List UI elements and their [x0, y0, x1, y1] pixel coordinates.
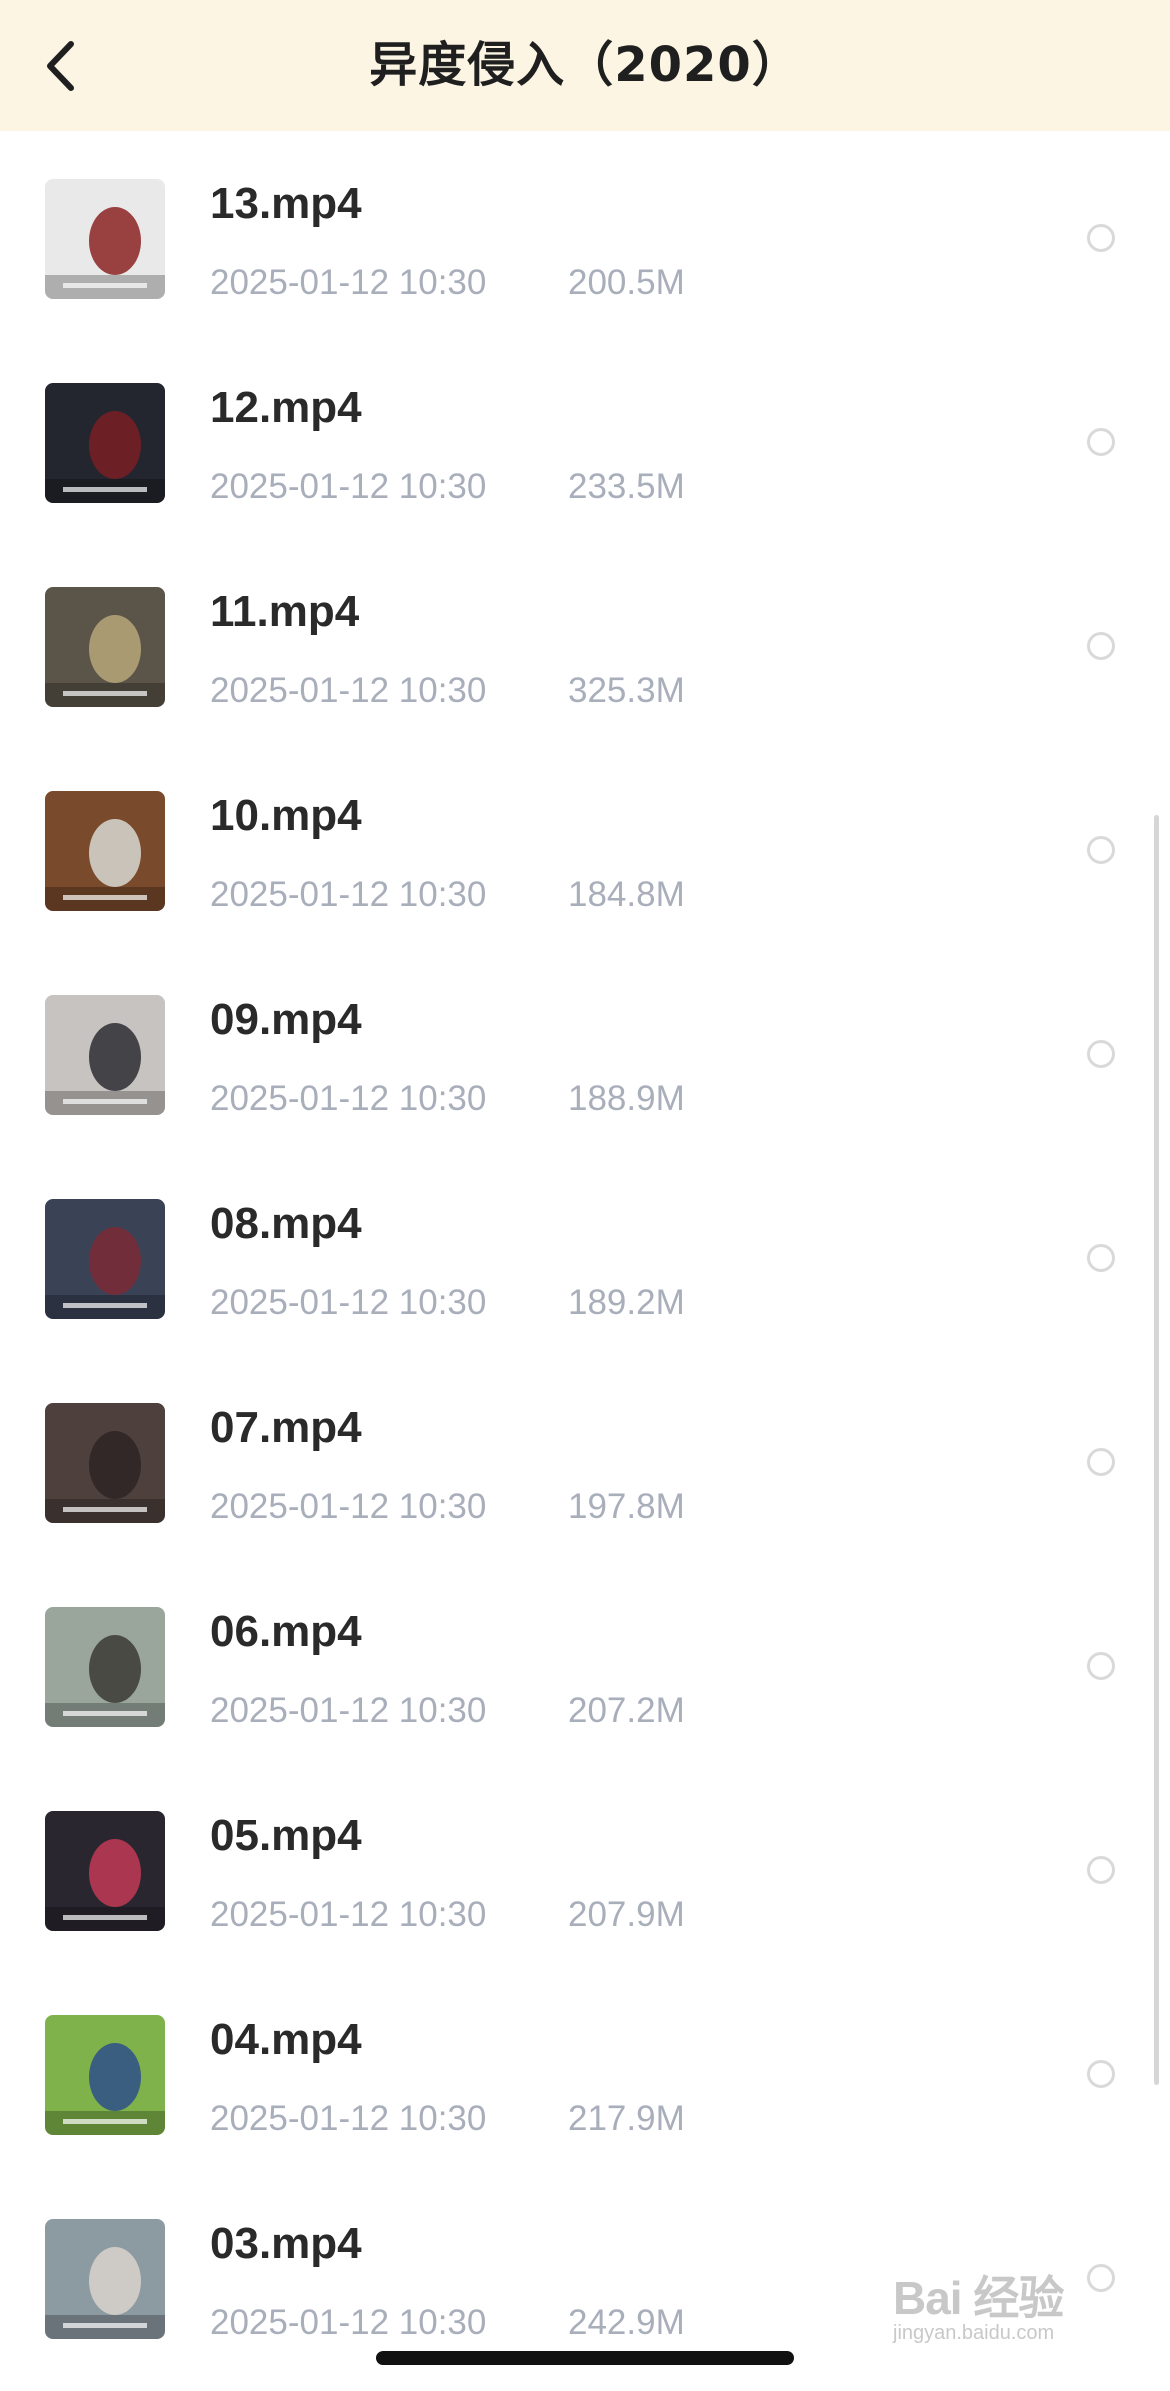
video-thumbnail: [45, 1811, 165, 1931]
video-list-item[interactable]: 07.mp4 2025-01-12 10:30 197.8M: [0, 1355, 1170, 1559]
file-date: 2025-01-12 10:30: [210, 2303, 487, 2342]
video-thumbnail: [45, 2219, 165, 2339]
file-name: 03.mp4: [210, 2219, 362, 2268]
file-size: 200.5M: [568, 263, 685, 302]
file-date: 2025-01-12 10:30: [210, 2099, 487, 2138]
file-name: 06.mp4: [210, 1607, 362, 1656]
file-name: 04.mp4: [210, 2015, 362, 2064]
file-size: 189.2M: [568, 1283, 685, 1322]
video-list-item[interactable]: 09.mp4 2025-01-12 10:30 188.9M: [0, 947, 1170, 1151]
watermark-logo: Bai 经验: [893, 2272, 1064, 2324]
file-size: 217.9M: [568, 2099, 685, 2138]
file-name: 12.mp4: [210, 383, 362, 432]
video-thumbnail: [45, 179, 165, 299]
file-date: 2025-01-12 10:30: [210, 1691, 487, 1730]
video-thumbnail: [45, 383, 165, 503]
file-date: 2025-01-12 10:30: [210, 1283, 487, 1322]
file-name: 08.mp4: [210, 1199, 362, 1248]
video-thumbnail: [45, 1199, 165, 1319]
select-radio-icon[interactable]: [1087, 1856, 1115, 1884]
file-date: 2025-01-12 10:30: [210, 1895, 487, 1934]
video-list-item[interactable]: 06.mp4 2025-01-12 10:30 207.2M: [0, 1559, 1170, 1763]
file-size: 197.8M: [568, 1487, 685, 1526]
file-name: 10.mp4: [210, 791, 362, 840]
video-list-item[interactable]: 05.mp4 2025-01-12 10:30 207.9M: [0, 1763, 1170, 1967]
header-bar: 异度侵入（2020）: [0, 0, 1170, 131]
video-list-item[interactable]: 10.mp4 2025-01-12 10:30 184.8M: [0, 743, 1170, 947]
file-date: 2025-01-12 10:30: [210, 671, 487, 710]
video-list-item[interactable]: 08.mp4 2025-01-12 10:30 189.2M: [0, 1151, 1170, 1355]
video-list-item[interactable]: 12.mp4 2025-01-12 10:30 233.5M: [0, 335, 1170, 539]
file-name: 07.mp4: [210, 1403, 362, 1452]
video-thumbnail: [45, 1403, 165, 1523]
watermark: Bai 经验 jingyan.baidu.com: [893, 2262, 1113, 2362]
select-radio-icon[interactable]: [1087, 632, 1115, 660]
file-name: 13.mp4: [210, 179, 362, 228]
video-list-item[interactable]: 11.mp4 2025-01-12 10:30 325.3M: [0, 539, 1170, 743]
file-size: 325.3M: [568, 671, 685, 710]
file-name: 11.mp4: [210, 587, 360, 636]
file-list: 13.mp4 2025-01-12 10:30 200.5M 12.mp4 2025-0…: [0, 131, 1170, 2375]
video-thumbnail: [45, 587, 165, 707]
video-thumbnail: [45, 1607, 165, 1727]
scrollbar[interactable]: [1154, 815, 1159, 2085]
file-date: 2025-01-12 10:30: [210, 875, 487, 914]
file-size: 242.9M: [568, 2303, 685, 2342]
select-radio-icon[interactable]: [1087, 1040, 1115, 1068]
file-size: 184.8M: [568, 875, 685, 914]
select-radio-icon[interactable]: [1087, 224, 1115, 252]
select-radio-icon[interactable]: [1087, 1244, 1115, 1272]
select-radio-icon[interactable]: [1087, 1448, 1115, 1476]
file-size: 207.9M: [568, 1895, 685, 1934]
file-date: 2025-01-12 10:30: [210, 467, 487, 506]
file-name: 09.mp4: [210, 995, 362, 1044]
file-date: 2025-01-12 10:30: [210, 263, 487, 302]
select-radio-icon[interactable]: [1087, 428, 1115, 456]
file-date: 2025-01-12 10:30: [210, 1487, 487, 1526]
home-indicator: [376, 2351, 794, 2365]
page-title: 异度侵入（2020）: [369, 37, 801, 93]
file-size: 188.9M: [568, 1079, 685, 1118]
watermark-url: jingyan.baidu.com: [893, 2322, 1055, 2344]
video-list-item[interactable]: 04.mp4 2025-01-12 10:30 217.9M: [0, 1967, 1170, 2171]
file-size: 233.5M: [568, 467, 685, 506]
video-thumbnail: [45, 791, 165, 911]
file-date: 2025-01-12 10:30: [210, 1079, 487, 1118]
select-radio-icon[interactable]: [1087, 836, 1115, 864]
video-list-item[interactable]: 13.mp4 2025-01-12 10:30 200.5M: [0, 131, 1170, 335]
file-name: 05.mp4: [210, 1811, 362, 1860]
file-size: 207.2M: [568, 1691, 685, 1730]
video-thumbnail: [45, 2015, 165, 2135]
select-radio-icon[interactable]: [1087, 1652, 1115, 1680]
select-radio-icon[interactable]: [1087, 2060, 1115, 2088]
video-thumbnail: [45, 995, 165, 1115]
